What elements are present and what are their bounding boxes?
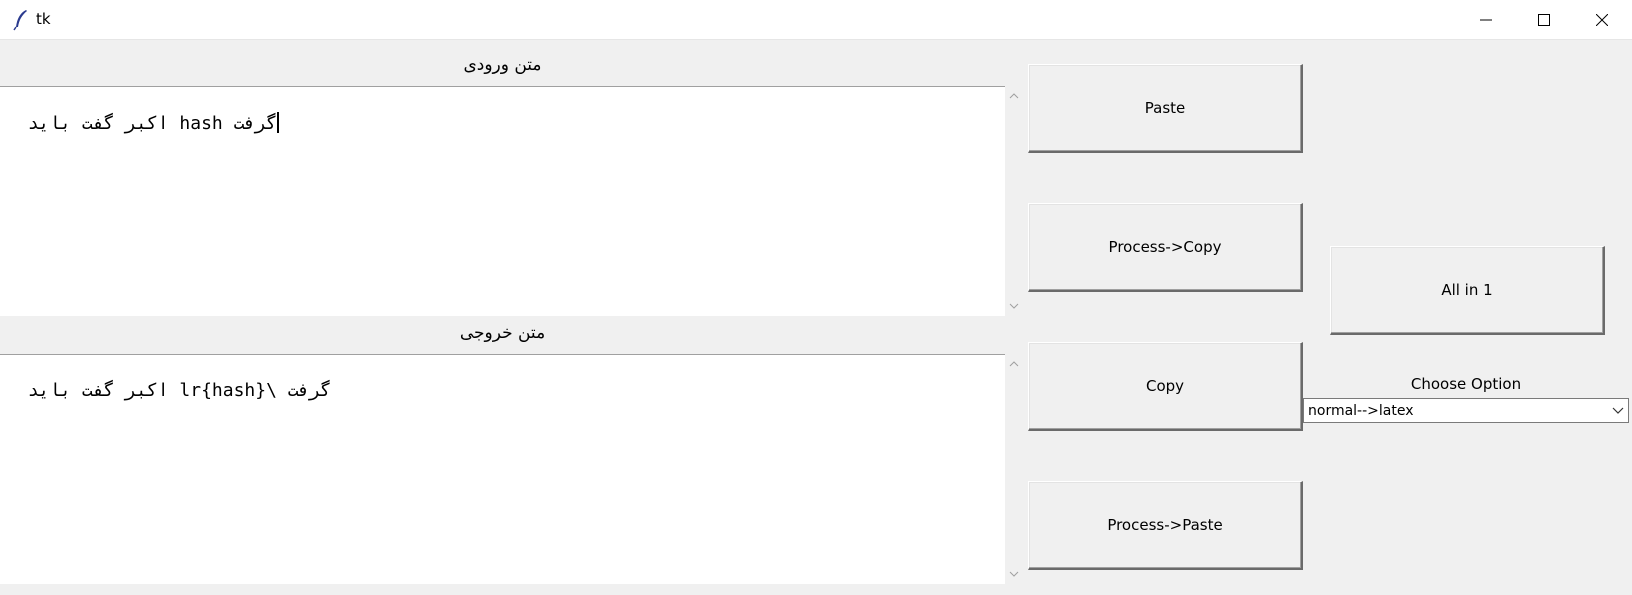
close-icon <box>1596 14 1608 26</box>
feather-icon <box>12 9 30 31</box>
scroll-up-icon[interactable] <box>1009 92 1019 100</box>
input-textbox[interactable]: گرفت hash اکبر گفت باید <box>0 86 1005 316</box>
minimize-button[interactable] <box>1456 0 1516 40</box>
choose-option-label: Choose Option <box>1410 375 1522 393</box>
scroll-down-icon[interactable] <box>1009 570 1019 578</box>
text-caret <box>276 112 279 133</box>
input-label: متن ورودی <box>463 55 542 75</box>
output-textbox[interactable]: گرفت \lr{hash} اکبر گفت باید <box>0 354 1005 584</box>
title-bar: tk <box>0 0 1632 40</box>
input-scrollbar[interactable] <box>1006 90 1022 314</box>
chevron-down-icon[interactable] <box>1608 407 1628 415</box>
all-in-1-button[interactable]: All in 1 <box>1330 246 1605 335</box>
close-button[interactable] <box>1572 0 1632 40</box>
copy-button[interactable]: Copy <box>1028 342 1303 431</box>
maximize-button[interactable] <box>1514 0 1574 40</box>
paste-button[interactable]: Paste <box>1028 64 1303 153</box>
output-scrollbar[interactable] <box>1006 358 1022 582</box>
output-text: گرفت \lr{hash} اکبر گفت باید <box>27 380 332 401</box>
scroll-up-icon[interactable] <box>1009 360 1019 368</box>
scroll-down-icon[interactable] <box>1009 302 1019 310</box>
option-select[interactable]: normal-->latex <box>1303 398 1629 423</box>
minimize-icon <box>1480 14 1492 26</box>
maximize-icon <box>1538 14 1550 26</box>
input-text: گرفت hash اکبر گفت باید <box>27 113 277 134</box>
process-copy-button[interactable]: Process->Copy <box>1028 203 1303 292</box>
process-paste-button[interactable]: Process->Paste <box>1028 481 1303 570</box>
option-selected-value: normal-->latex <box>1308 402 1414 419</box>
output-label: متن خروجی <box>459 323 546 343</box>
window-title: tk <box>36 10 51 28</box>
